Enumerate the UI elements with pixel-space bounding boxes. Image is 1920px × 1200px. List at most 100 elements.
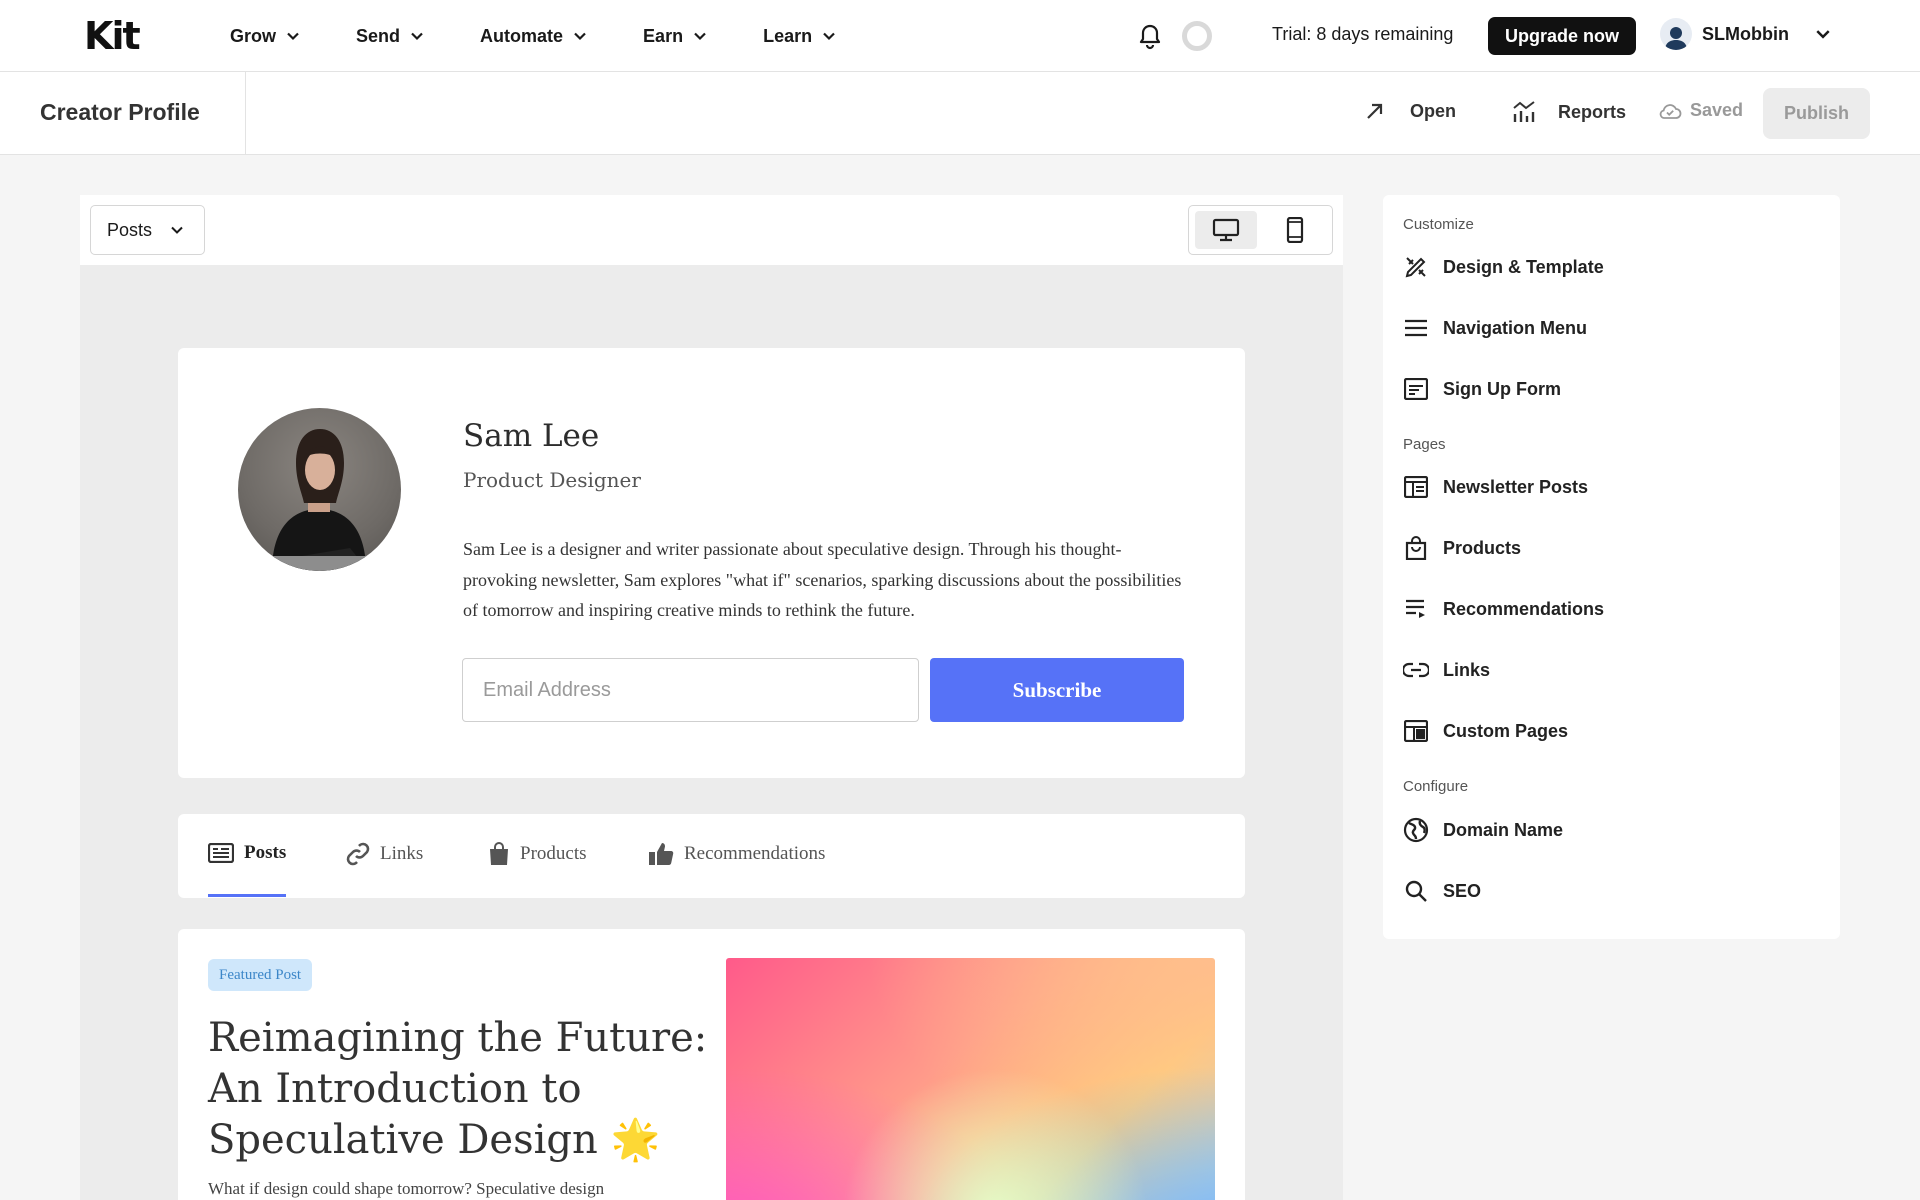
cloud-check-icon [1659, 103, 1682, 119]
saved-label: Saved [1690, 100, 1744, 120]
panel-item-newsletter-posts[interactable]: Newsletter Posts [1403, 474, 1588, 500]
post-title[interactable]: Reimagining the Future: An Introduction … [208, 1013, 708, 1166]
kit-logo[interactable]: Kit [84, 17, 141, 55]
panel-item-label: Domain Name [1443, 819, 1564, 840]
desktop-icon [1212, 218, 1239, 242]
email-field[interactable] [462, 658, 919, 722]
panel-item-design-template[interactable]: Design & Template [1403, 254, 1604, 280]
page-toolbar: Creator Profile Open Reports Saved Publi… [0, 72, 1920, 155]
nav-learn[interactable]: Learn [763, 26, 836, 47]
featured-badge: Featured Post [208, 959, 313, 991]
shopping-bag-icon [490, 842, 508, 865]
newspaper-icon [208, 843, 234, 863]
page-select-dropdown[interactable]: Posts [90, 205, 205, 255]
panel-item-label: Custom Pages [1443, 720, 1569, 741]
mobile-view-button[interactable] [1265, 211, 1327, 249]
user-icon [1665, 27, 1687, 50]
panel-item-domain-name[interactable]: Domain Name [1403, 817, 1563, 843]
nav-earn[interactable]: Earn [643, 26, 707, 47]
chevron-down-icon [171, 226, 183, 234]
desktop-view-button[interactable] [1195, 211, 1257, 249]
reports-label: Reports [1558, 101, 1627, 122]
username: SLMobbin [1702, 23, 1789, 44]
tab-label: Recommendations [684, 843, 826, 864]
menu-icon [1403, 315, 1429, 341]
panel-item-label: Products [1443, 537, 1522, 558]
panel-item-links[interactable]: Links [1403, 657, 1490, 683]
top-navigation: Kit Grow Send Automate Earn Learn Trial:… [0, 0, 1920, 72]
nav-label: Learn [763, 25, 813, 46]
settings-panel: Customize Design & Template Navigation M… [1383, 195, 1840, 939]
tab-products[interactable]: Products [488, 842, 587, 866]
post-cover-image [726, 958, 1215, 1200]
list-icon [1403, 596, 1429, 622]
panel-item-sign-up-form[interactable]: Sign Up Form [1403, 376, 1561, 402]
nav-send[interactable]: Send [356, 26, 424, 47]
form-icon [1403, 376, 1429, 402]
panel-item-label: Recommendations [1443, 598, 1605, 619]
chevron-down-icon [694, 32, 706, 41]
saved-status: Saved [1658, 100, 1743, 121]
nav-label: Send [356, 25, 401, 46]
chart-icon [1513, 101, 1535, 122]
globe-icon [1403, 817, 1429, 843]
loading-spinner-icon [1182, 21, 1212, 51]
panel-item-custom-pages[interactable]: Custom Pages [1403, 718, 1568, 744]
profile-preview: Posts Sam Lee Product Designer Sam Lee i… [80, 195, 1343, 1200]
panel-item-navigation-menu[interactable]: Navigation Menu [1403, 315, 1587, 341]
thumbs-up-icon [649, 843, 674, 865]
divider [245, 72, 246, 155]
open-label: Open [1410, 100, 1457, 121]
subscribe-button[interactable]: Subscribe [930, 658, 1184, 722]
profile-role: Product Designer [463, 468, 641, 492]
panel-item-seo[interactable]: SEO [1403, 878, 1481, 904]
nav-grow[interactable]: Grow [230, 26, 300, 47]
page-select-value: Posts [107, 219, 153, 240]
tab-links[interactable]: Links [346, 842, 423, 866]
page-title: Creator Profile [40, 99, 200, 125]
panel-item-label: Design & Template [1443, 256, 1604, 277]
nav-label: Grow [230, 25, 277, 46]
device-toggle [1188, 205, 1333, 255]
profile-name: Sam Lee [463, 418, 600, 454]
search-icon [1403, 878, 1429, 904]
upgrade-button[interactable]: Upgrade now [1488, 17, 1636, 55]
trial-status: Trial: 8 days remaining [1272, 24, 1454, 44]
post-excerpt: What if design could shape tomorrow? Spe… [208, 1179, 605, 1198]
avatar [1660, 18, 1692, 50]
link-icon [1403, 657, 1429, 683]
active-tab-indicator [208, 894, 286, 897]
nav-label: Automate [480, 25, 564, 46]
tab-recommendations[interactable]: Recommendations [648, 842, 825, 866]
profile-bio: Sam Lee is a designer and writer passion… [463, 539, 1182, 620]
link-icon [346, 842, 370, 866]
shopping-bag-icon [1403, 535, 1429, 561]
panel-item-label: SEO [1443, 880, 1482, 901]
reports-button[interactable]: Reports [1512, 100, 1626, 124]
panel-item-label: Newsletter Posts [1443, 476, 1589, 497]
panel-item-products[interactable]: Products [1403, 535, 1521, 561]
profile-photo [238, 408, 401, 571]
tab-posts[interactable]: Posts [208, 842, 286, 864]
chevron-down-icon [823, 32, 835, 41]
content-tabs: Posts Links Products Recommendations [178, 814, 1245, 898]
panel-item-label: Navigation Menu [1443, 317, 1588, 338]
design-icon [1403, 254, 1429, 280]
profile-card: Sam Lee Product Designer Sam Lee is a de… [178, 348, 1245, 778]
chevron-down-icon [1816, 30, 1830, 39]
panel-item-recommendations[interactable]: Recommendations [1403, 596, 1604, 622]
chevron-down-icon [411, 32, 423, 41]
nav-label: Earn [643, 25, 684, 46]
publish-button[interactable]: Publish [1763, 88, 1870, 139]
preview-toolbar: Posts [80, 195, 1343, 265]
user-menu[interactable]: SLMobbin [1660, 18, 1831, 50]
featured-post-card[interactable]: Featured Post Reimagining the Future: An… [178, 929, 1245, 1200]
notification-bell-icon[interactable] [1136, 22, 1164, 50]
main-nav: Grow Send Automate Earn Learn [230, 0, 892, 72]
pages-heading: Pages [1403, 436, 1446, 453]
configure-heading: Configure [1403, 778, 1469, 795]
open-button[interactable]: Open [1364, 100, 1456, 122]
nav-automate[interactable]: Automate [480, 26, 587, 47]
arrow-up-right-icon [1367, 103, 1383, 119]
panel-item-label: Links [1443, 659, 1491, 680]
